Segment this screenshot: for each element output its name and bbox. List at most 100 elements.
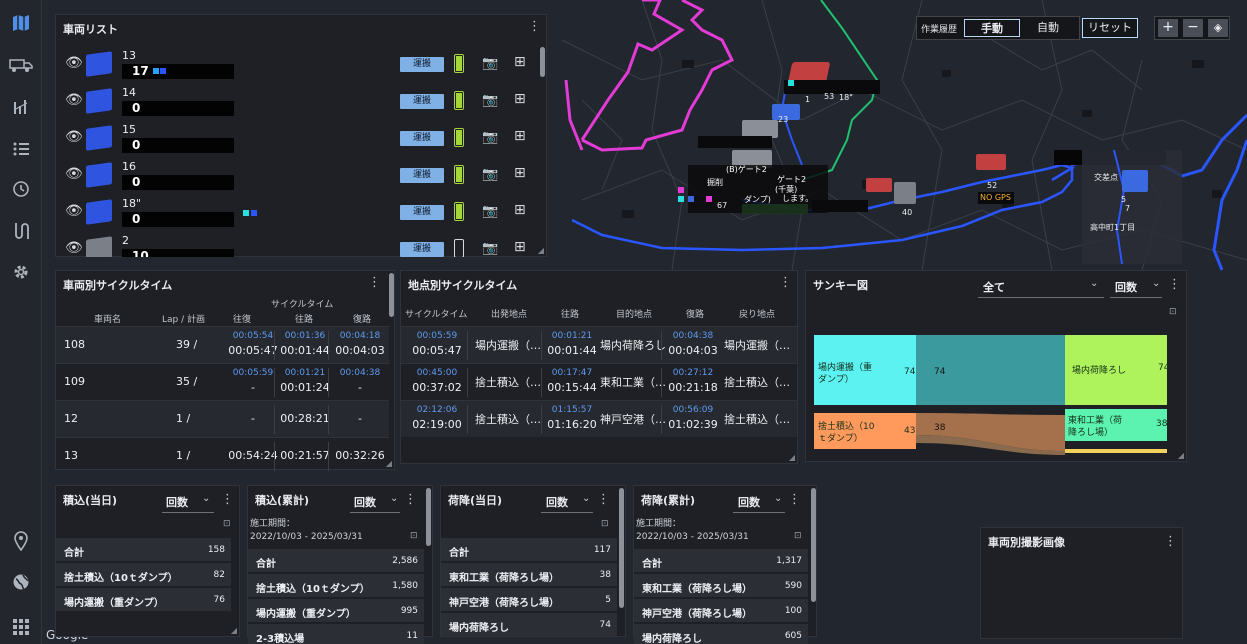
metric-select[interactable]: 回数 bbox=[1115, 279, 1137, 295]
globe-icon[interactable] bbox=[5, 567, 37, 597]
scrollbar[interactable] bbox=[426, 488, 431, 546]
scrollbar[interactable] bbox=[540, 47, 545, 77]
chevron-down-icon[interactable]: ⌄ bbox=[202, 493, 210, 504]
filter-select[interactable]: 全て bbox=[983, 279, 1005, 295]
eye-icon[interactable]: 👁 bbox=[65, 166, 83, 182]
layers-icon[interactable]: ◈ bbox=[1208, 19, 1228, 37]
camera-icon[interactable]: 📷 bbox=[482, 130, 498, 145]
list-item[interactable]: 東和工業（荷降ろし場） 38 bbox=[441, 562, 617, 586]
vehicle-row[interactable]: 👁 2 10 運搬 📷 ⊞ bbox=[56, 232, 538, 257]
add-photo-icon[interactable]: ⊞ bbox=[514, 128, 526, 144]
map-truck-icon[interactable] bbox=[1122, 170, 1148, 192]
add-photo-icon[interactable]: ⊞ bbox=[514, 202, 526, 218]
reset-button[interactable]: リセット bbox=[1082, 18, 1138, 38]
table-row[interactable]: 02:12:06 02:19:00 捨土積込（… 01:15:57 01:16:20 神戸… bbox=[401, 400, 797, 437]
chevron-down-icon[interactable]: ⌄ bbox=[774, 493, 782, 504]
vehicle-row[interactable]: 👁 18" 0 運搬 📷 ⊞ bbox=[56, 195, 538, 232]
more-vertical-icon[interactable]: ⋮ bbox=[597, 492, 610, 507]
route-icon[interactable] bbox=[5, 216, 37, 246]
map-truck-icon[interactable] bbox=[894, 182, 916, 204]
resize-handle-icon[interactable]: ◢ bbox=[231, 626, 237, 635]
chevron-down-icon[interactable]: ⌄ bbox=[1152, 278, 1160, 289]
table-row[interactable]: 13 1 /00:54:24 00:21:57 00:32:26 bbox=[56, 437, 389, 474]
table-row[interactable]: 00:45:00 00:37:02 捨土積込（… 00:17:47 00:15:44 東和… bbox=[401, 363, 797, 400]
fullscreen-icon[interactable]: ⊡ bbox=[794, 531, 802, 541]
list-item[interactable]: 場内荷降ろし 605 bbox=[634, 623, 808, 644]
list-item[interactable]: 場内運搬（重ダンプ） 995 bbox=[248, 598, 424, 622]
more-vertical-icon[interactable]: ⋮ bbox=[788, 492, 801, 507]
camera-icon[interactable]: 📷 bbox=[482, 204, 498, 219]
list-item[interactable]: 場内荷降ろし 74 bbox=[441, 612, 617, 636]
scrollbar[interactable] bbox=[811, 488, 816, 602]
chevron-down-icon[interactable]: ⌄ bbox=[1090, 278, 1098, 289]
manual-button[interactable]: 手動 bbox=[964, 19, 1020, 37]
scrollbar[interactable] bbox=[389, 273, 394, 317]
list-item[interactable]: 神戸空港（荷降ろし場） 100 bbox=[634, 598, 808, 622]
fullscreen-icon[interactable]: ⊡ bbox=[1169, 307, 1177, 317]
list-item[interactable]: 捨土積込（10ｔダンプ） 1,580 bbox=[248, 573, 424, 597]
list-item[interactable]: 場内運搬（重ダンプ） 76 bbox=[56, 587, 231, 611]
list-item[interactable]: 2-3積込場 11 bbox=[248, 623, 424, 644]
more-vertical-icon[interactable]: ⋮ bbox=[221, 492, 234, 507]
fullscreen-icon[interactable]: ⊡ bbox=[223, 519, 231, 529]
location-pin-icon[interactable] bbox=[5, 526, 37, 556]
fullscreen-icon[interactable]: ⊡ bbox=[601, 519, 609, 529]
camera-icon[interactable]: 📷 bbox=[482, 56, 498, 71]
add-photo-icon[interactable]: ⊞ bbox=[514, 165, 526, 181]
table-row[interactable]: 108 39 /00:05:54 00:05:47 00:01:36 00:01:44 0… bbox=[56, 326, 389, 363]
more-vertical-icon[interactable]: ⋮ bbox=[779, 275, 792, 290]
more-vertical-icon[interactable]: ⋮ bbox=[1168, 277, 1181, 292]
map-truck-icon[interactable] bbox=[866, 178, 892, 192]
table-row[interactable]: 109 35 /00:05:59-00:01:21 00:01:24 00:04:38… bbox=[56, 363, 389, 400]
eye-icon[interactable]: 👁 bbox=[65, 55, 83, 71]
chevron-down-icon[interactable]: ⌄ bbox=[390, 493, 398, 504]
metric-select[interactable]: 回数 bbox=[354, 494, 376, 510]
truck-icon[interactable] bbox=[5, 50, 37, 80]
list-item[interactable]: 神戸空港（荷降ろし場） 5 bbox=[441, 587, 617, 611]
zoom-out-button[interactable]: − bbox=[1183, 19, 1203, 37]
eye-icon[interactable]: 👁 bbox=[65, 92, 83, 108]
metric-select[interactable]: 回数 bbox=[738, 494, 760, 510]
list-item[interactable]: 東和工業（荷降ろし場） 590 bbox=[634, 573, 808, 597]
camera-icon[interactable]: 📷 bbox=[482, 93, 498, 108]
resize-handle-icon[interactable]: ◢ bbox=[538, 246, 544, 255]
apps-grid-icon[interactable] bbox=[5, 612, 37, 642]
camera-icon[interactable]: 📷 bbox=[482, 241, 498, 256]
fullscreen-icon[interactable]: ⊡ bbox=[410, 531, 418, 541]
history-icon[interactable] bbox=[5, 174, 37, 204]
list-item[interactable]: 合計 2,586 bbox=[248, 548, 424, 572]
camera-icon[interactable]: 📷 bbox=[482, 167, 498, 182]
metric-select[interactable]: 回数 bbox=[166, 494, 188, 510]
table-row[interactable]: 12 1 /-00:28:21- bbox=[56, 400, 389, 437]
more-vertical-icon[interactable]: ⋮ bbox=[528, 19, 541, 34]
metric-select[interactable]: 回数 bbox=[546, 494, 568, 510]
vehicle-row[interactable]: 👁 16 0 運搬 📷 ⊞ bbox=[56, 158, 538, 195]
add-photo-icon[interactable]: ⊞ bbox=[514, 91, 526, 107]
list-icon[interactable] bbox=[5, 134, 37, 164]
auto-button[interactable]: 自動 bbox=[1020, 19, 1076, 37]
map-icon[interactable] bbox=[5, 8, 37, 38]
more-vertical-icon[interactable]: ⋮ bbox=[404, 492, 417, 507]
vehicle-row[interactable]: 👁 14 0 運搬 📷 ⊞ bbox=[56, 84, 538, 121]
eye-icon[interactable]: 👁 bbox=[65, 203, 83, 219]
more-vertical-icon[interactable]: ⋮ bbox=[368, 275, 381, 290]
list-item[interactable]: 合計 158 bbox=[56, 537, 231, 561]
resize-handle-icon[interactable]: ◢ bbox=[1178, 451, 1184, 460]
map-truck-icon[interactable] bbox=[976, 154, 1006, 170]
list-item[interactable]: 合計 1,317 bbox=[634, 548, 808, 572]
zoom-in-button[interactable]: + bbox=[1158, 19, 1178, 37]
resize-handle-icon[interactable]: ◢ bbox=[789, 453, 795, 462]
add-photo-icon[interactable]: ⊞ bbox=[514, 239, 526, 255]
more-vertical-icon[interactable]: ⋮ bbox=[1164, 534, 1177, 549]
vehicle-row[interactable]: 👁 15 0 運搬 📷 ⊞ bbox=[56, 121, 538, 158]
gear-icon[interactable] bbox=[5, 257, 37, 287]
table-row[interactable]: 00:05:59 00:05:47 場内運搬（… 00:01:21 00:01:44 場内… bbox=[401, 326, 797, 363]
list-item[interactable]: 捨土積込（10ｔダンプ） 82 bbox=[56, 562, 231, 586]
eye-icon[interactable]: 👁 bbox=[65, 129, 83, 145]
eye-icon[interactable]: 👁 bbox=[65, 240, 83, 256]
add-photo-icon[interactable]: ⊞ bbox=[514, 54, 526, 70]
chevron-down-icon[interactable]: ⌄ bbox=[582, 493, 590, 504]
list-item[interactable]: 合計 117 bbox=[441, 537, 617, 561]
vehicle-row[interactable]: 👁 13 17 運搬 📷 ⊞ bbox=[56, 47, 538, 84]
chart-icon[interactable] bbox=[5, 92, 37, 122]
